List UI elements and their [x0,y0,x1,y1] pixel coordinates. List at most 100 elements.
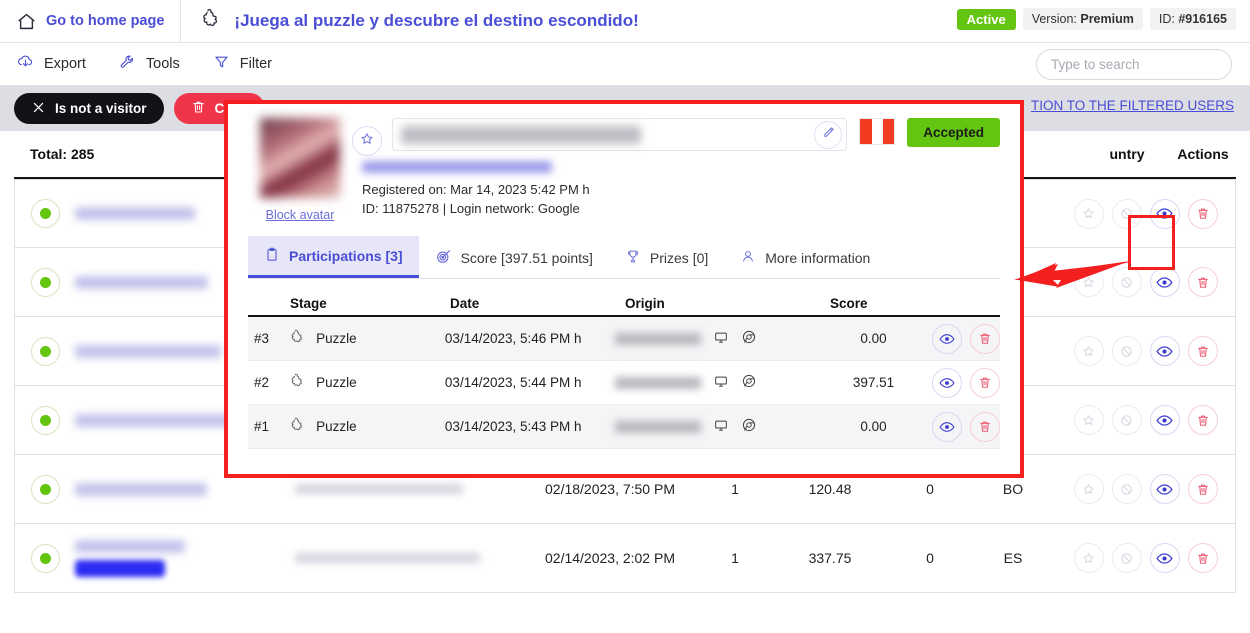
table-row[interactable]: 02/14/2023, 2:02 PM 1 337.75 0 ES [14,524,1236,593]
home-link-label: Go to home page [46,13,165,29]
eye-icon[interactable] [1149,267,1180,297]
participation-score: 397.51 [852,375,895,390]
column-header-actions: Actions [1177,146,1229,162]
avatar [260,118,340,198]
export-label: Export [44,56,86,72]
edit-name-button[interactable] [814,120,843,149]
eye-icon[interactable] [931,367,962,398]
block-icon[interactable] [1111,405,1142,435]
status-dot [15,405,75,435]
user-name-cell [75,482,295,496]
block-icon[interactable] [1111,543,1142,573]
participation-stage: Puzzle [289,373,445,392]
apply-to-filtered-users-link[interactable]: TION TO THE FILTERED USERS [1031,98,1234,113]
tab-score[interactable]: Score [397.51 points] [419,236,609,278]
puzzle-icon [289,373,305,392]
country-cell: BO [1002,481,1024,497]
monitor-icon [713,418,729,436]
participation-date: 03/14/2023, 5:43 PM h [444,419,582,434]
monitor-icon [713,330,729,348]
puzzle-icon [289,329,305,348]
tab-prizes-label: Prizes [0] [649,249,709,266]
trash-icon[interactable] [1187,543,1218,573]
participation-date: 03/14/2023, 5:46 PM h [444,331,582,346]
trash-icon[interactable] [969,411,1000,442]
status-dot [15,336,75,366]
status-dot [15,199,75,228]
favorite-star-button[interactable] [352,126,382,156]
eye-icon[interactable] [1149,543,1180,573]
trash-icon[interactable] [1187,336,1218,366]
eye-icon[interactable] [1149,474,1180,504]
participations-table: Stage Date Origin Score #3 Puzzle 03/14/20… [248,287,1000,449]
red-highlight-box [1128,215,1175,270]
trash-icon[interactable] [1187,267,1218,297]
trash-icon[interactable] [969,323,1000,354]
participation-row[interactable]: #3 Puzzle 03/14/2023, 5:46 PM h 0.00 [248,317,1000,361]
column-header-country: untry [1109,146,1145,162]
tab-more-information[interactable]: More information [724,236,886,278]
row-actions-cell [1056,336,1235,366]
version-badge: Version: Premium [1022,8,1143,31]
participation-date: 03/14/2023, 5:44 PM h [444,375,582,390]
pencil-icon [821,125,836,145]
clipboard-icon [264,246,280,266]
row-actions-cell [1056,405,1235,435]
user-name-cell [75,539,295,577]
total-count-label: Total: 285 [30,146,95,162]
participation-actions [931,367,1000,398]
monitor-icon [713,374,729,392]
trash-icon[interactable] [1187,405,1218,435]
star-icon[interactable] [1073,198,1104,229]
participation-score: 0.00 [860,419,887,434]
filter-button[interactable]: Filter [196,43,288,86]
participation-origin [615,329,815,348]
status-badges: Active Version: Premium ID: #916165 [956,8,1236,31]
filter-label: Filter [239,56,273,72]
user-name-value [401,125,641,144]
tab-participations[interactable]: Participations [3] [248,236,419,278]
star-icon[interactable] [1073,543,1104,573]
tools-button[interactable]: Tools [102,43,196,86]
tab-participations-label: Participations [3] [289,248,403,264]
user-name-field[interactable] [392,118,848,151]
chrome-icon [741,373,757,392]
block-icon[interactable] [1111,336,1142,366]
participation-row[interactable]: #2 Puzzle 03/14/2023, 5:44 PM h 397.51 [248,361,1000,405]
star-icon[interactable] [1073,474,1104,504]
star-icon [359,131,375,152]
go-to-home-page-link[interactable]: Go to home page [0,0,182,43]
status-dot [15,267,75,297]
block-icon[interactable] [1111,474,1142,504]
participation-row[interactable]: #1 Puzzle 03/14/2023, 5:43 PM h 0.00 [248,405,1000,449]
participation-number: #2 [254,375,270,390]
tab-prizes[interactable]: Prizes [0] [609,236,724,278]
search-container [1036,49,1232,80]
participation-origin [615,417,815,436]
eye-icon[interactable] [931,323,962,354]
tab-more-information-label: More information [765,249,871,266]
star-icon[interactable] [1073,405,1104,435]
search-input[interactable] [1036,49,1232,80]
participation-stage: Puzzle [289,417,445,436]
tab-score-label: Score [397.51 points] [460,249,593,266]
export-button[interactable]: Export [0,43,102,86]
column-header-score: Score [830,296,868,311]
user-meta: Registered on: Mar 14, 2023 5:42 PM h ID… [362,161,1000,219]
registration-date-cell: 02/18/2023, 7:50 PM [545,481,675,497]
user-email-cell [295,553,520,563]
is-not-a-visitor-button[interactable]: Is not a visitor [14,93,164,124]
eye-icon[interactable] [931,411,962,442]
trash-icon[interactable] [1187,198,1218,229]
participation-number: #3 [254,331,270,346]
trash-icon[interactable] [1187,474,1218,504]
trash-icon[interactable] [969,367,1000,398]
star-icon[interactable] [1073,336,1104,366]
block-avatar-link[interactable]: Block avatar [248,208,352,222]
avatar-column: Block avatar [248,118,352,222]
country-flag-icon [859,118,896,145]
eye-icon[interactable] [1149,336,1180,366]
is-not-a-visitor-label: Is not a visitor [55,101,147,116]
accepted-status-button[interactable]: Accepted [907,118,1000,147]
eye-icon[interactable] [1149,405,1180,435]
